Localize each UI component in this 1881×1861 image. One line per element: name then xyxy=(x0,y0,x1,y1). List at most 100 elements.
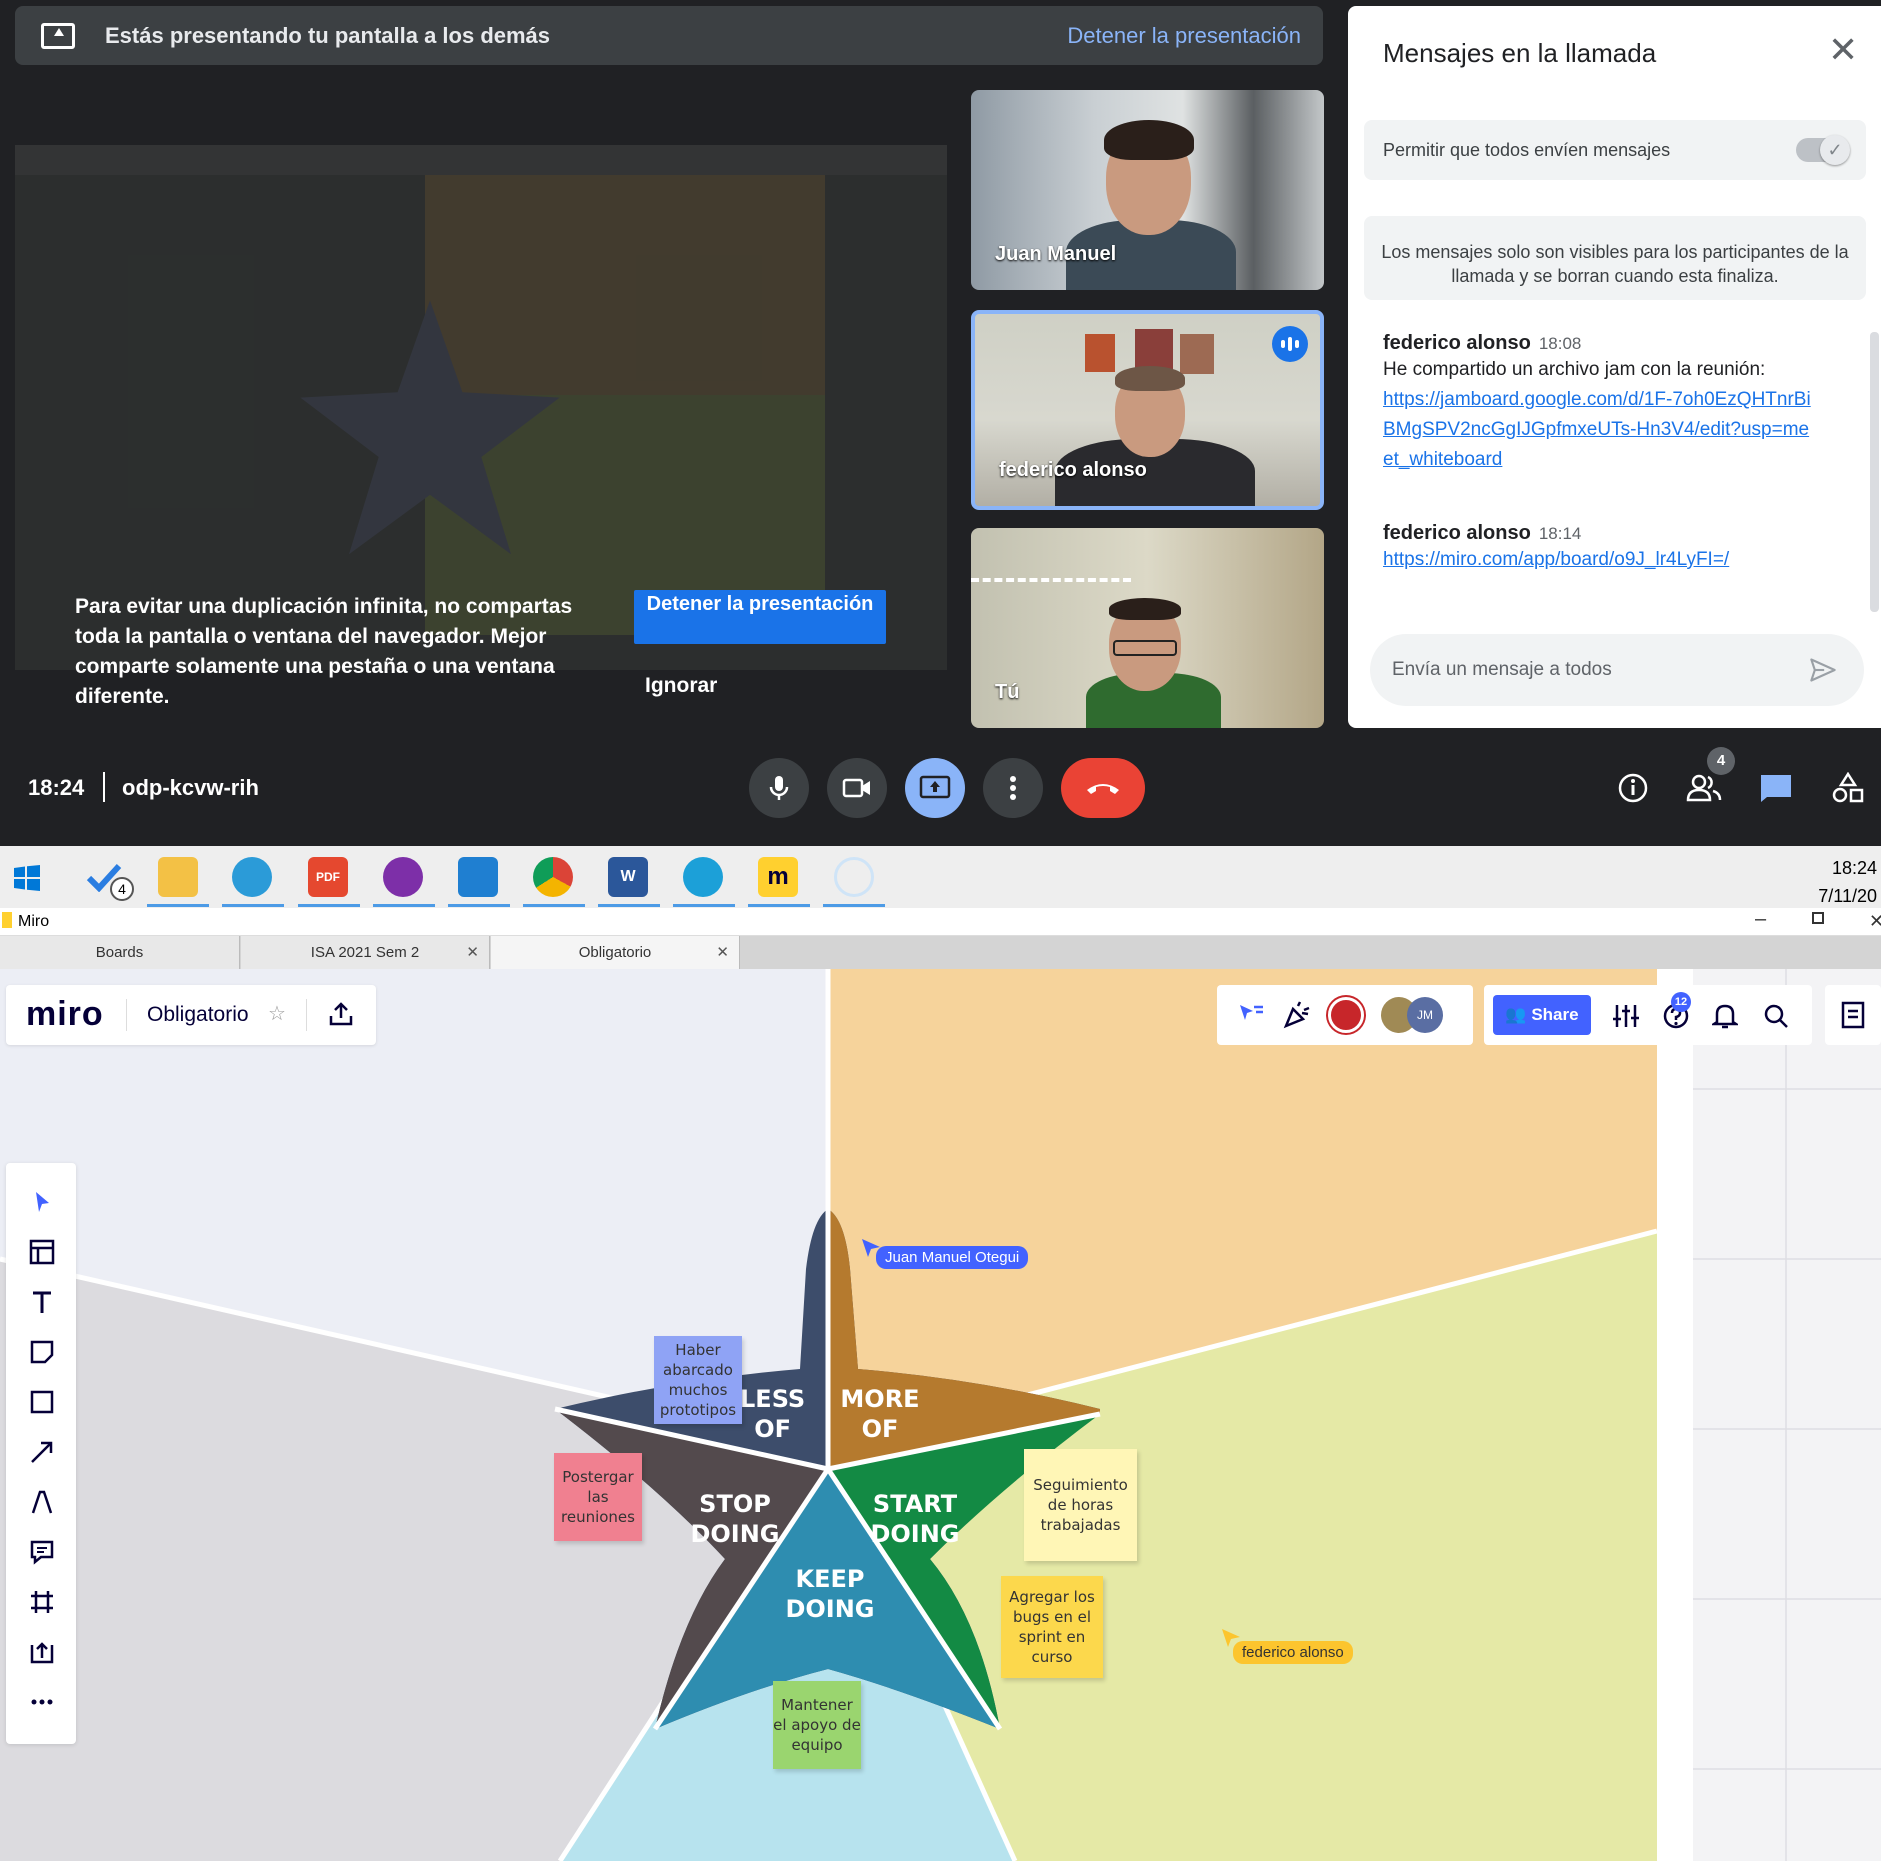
more-options-button[interactable] xyxy=(983,758,1043,818)
minimize-icon[interactable]: – xyxy=(1755,908,1766,931)
participant-tile[interactable]: Juan Manuel xyxy=(971,90,1324,290)
participant-video xyxy=(1109,598,1181,620)
close-tab-icon[interactable]: ✕ xyxy=(466,936,479,969)
activities-button[interactable] xyxy=(1827,767,1869,809)
microphone-button[interactable] xyxy=(749,758,809,818)
active-indicator xyxy=(298,904,360,907)
text-tool-icon[interactable] xyxy=(29,1289,55,1315)
chat-title: Mensajes en la llamada xyxy=(1383,38,1657,68)
star-icon[interactable]: ☆ xyxy=(268,1001,286,1026)
wall-poster xyxy=(1135,329,1173,371)
list-icon[interactable] xyxy=(1840,1001,1866,1029)
windows-start-icon[interactable] xyxy=(14,865,40,891)
chrome-icon[interactable] xyxy=(533,857,573,897)
share-button[interactable]: 👥 Share xyxy=(1493,995,1591,1035)
participant-tile[interactable]: Tú xyxy=(971,528,1324,728)
close-window-icon[interactable]: ✕ xyxy=(1869,911,1881,932)
active-indicator xyxy=(673,904,735,907)
camera-button[interactable] xyxy=(827,758,887,818)
message-link[interactable]: https://miro.com/app/board/o9J_lr4LyFI=/ xyxy=(1383,545,1813,575)
message-input[interactable] xyxy=(1392,656,1792,684)
message-link[interactable]: https://jamboard.google.com/d/1F-7oh0EzQ… xyxy=(1383,385,1813,475)
star-label-stop-doing: STOP DOING xyxy=(690,1490,780,1548)
leave-call-button[interactable] xyxy=(1061,758,1145,818)
github-desktop-icon[interactable] xyxy=(383,857,423,897)
restore-icon[interactable] xyxy=(1812,912,1824,924)
edge-profile-icon[interactable] xyxy=(232,857,272,897)
miro-board-canvas[interactable]: LESS OF MORE OF START DOING KEEP DOING STOP D… xyxy=(0,969,1881,1861)
shape-tool-icon[interactable] xyxy=(29,1389,55,1415)
meet-share-icon[interactable] xyxy=(834,857,874,897)
participant-tile[interactable]: federico alonso xyxy=(971,310,1324,510)
ceiling-light xyxy=(971,578,1131,582)
search-icon[interactable] xyxy=(1762,1002,1790,1030)
participant-name: Tú xyxy=(995,681,1020,703)
more-tools-icon[interactable] xyxy=(29,1689,55,1715)
miro-app-icon[interactable]: m xyxy=(758,857,798,897)
star-label-keep-doing: KEEP DOING xyxy=(785,1565,875,1623)
allow-messages-label: Permitir que todos envíen mensajes xyxy=(1383,140,1671,160)
star-label-more-of: MORE OF xyxy=(840,1385,920,1443)
sticky-note[interactable]: Mantener el apoyo de equipo xyxy=(773,1681,861,1769)
system-clock: 18:24 7/11/20 xyxy=(1818,854,1877,910)
sticky-note-icon[interactable] xyxy=(29,1339,55,1365)
file-explorer-icon[interactable] xyxy=(158,857,198,897)
presenting-text: Estás presentando tu pantalla a los demá… xyxy=(105,22,551,48)
sticky-note[interactable]: Haber abarcado muchos prototipos xyxy=(654,1336,742,1424)
active-indicator xyxy=(598,904,660,907)
tab-label: ISA 2021 Sem 2 xyxy=(310,944,420,961)
sticky-note[interactable]: Agregar los bugs en el sprint en curso xyxy=(1001,1576,1103,1678)
allow-messages-toggle[interactable]: ✓ xyxy=(1796,135,1850,165)
present-button[interactable] xyxy=(905,758,965,818)
templates-icon[interactable] xyxy=(29,1239,55,1265)
infinite-mirror-warning: Para evitar una duplicación infinita, no… xyxy=(75,595,573,708)
frame-tool-icon[interactable] xyxy=(29,1589,55,1615)
star-label-less-of: LESS OF xyxy=(740,1385,806,1443)
avatar[interactable] xyxy=(1328,997,1364,1033)
chat-icon xyxy=(1761,775,1791,802)
send-icon[interactable] xyxy=(1808,656,1838,684)
active-indicator xyxy=(748,904,810,907)
avatar[interactable]: JM xyxy=(1407,997,1443,1033)
select-tool-icon[interactable] xyxy=(29,1189,55,1215)
upload-icon[interactable] xyxy=(29,1639,55,1665)
browser-tab[interactable]: Boards xyxy=(0,936,240,969)
meet-window: Estás presentando tu pantalla a los demá… xyxy=(0,0,1881,846)
browser-tab-active[interactable]: Obligatorio ✕ xyxy=(491,936,740,969)
browser-tab[interactable]: ISA 2021 Sem 2 ✕ xyxy=(241,936,490,969)
board-settings-icon[interactable] xyxy=(1612,1003,1640,1029)
sticky-note[interactable]: Seguimiento de horas trabajadas xyxy=(1024,1449,1137,1561)
pdf-app-icon[interactable]: PDF xyxy=(308,857,348,897)
pen-tool-icon[interactable] xyxy=(29,1489,55,1515)
connection-line-icon[interactable] xyxy=(29,1439,55,1465)
chat-button[interactable] xyxy=(1755,767,1797,809)
board-name[interactable]: Obligatorio xyxy=(147,1003,249,1027)
stop-presenting-link[interactable]: Detener la presentación xyxy=(1067,23,1301,49)
celebrate-icon[interactable] xyxy=(1282,1000,1312,1030)
edge-icon[interactable] xyxy=(683,857,723,897)
chat-scrollbar[interactable] xyxy=(1870,332,1879,612)
comment-icon[interactable] xyxy=(29,1539,55,1565)
miro-logo-icon xyxy=(2,912,12,928)
meeting-clock: 18:24 xyxy=(28,775,85,800)
word-icon[interactable]: W xyxy=(608,857,648,897)
glasses xyxy=(1113,640,1177,656)
export-icon[interactable] xyxy=(328,1001,354,1027)
meeting-details-button[interactable] xyxy=(1612,767,1654,809)
close-icon[interactable]: ✕ xyxy=(1828,32,1858,68)
close-tab-icon[interactable]: ✕ xyxy=(716,936,729,969)
vscode-icon[interactable] xyxy=(458,857,498,897)
window-title: Miro xyxy=(18,913,50,930)
participant-video xyxy=(1104,120,1194,160)
ignore-button[interactable]: Ignorar xyxy=(645,674,717,698)
cursor-follow-icon[interactable] xyxy=(1237,1002,1265,1028)
sticky-note[interactable]: Postergar las reuniones xyxy=(554,1453,642,1541)
miro-logo[interactable]: miro xyxy=(26,995,104,1034)
more-vert-icon xyxy=(1010,776,1016,800)
wall-poster xyxy=(1085,334,1115,372)
notifications-icon[interactable] xyxy=(1712,1002,1738,1030)
present-screen-icon xyxy=(919,775,951,799)
stop-presenting-button[interactable]: Detener la presentación xyxy=(634,590,886,644)
cursor-name-tag: Juan Manuel Otegui xyxy=(876,1246,1029,1269)
window-titlebar: Miro – ✕ xyxy=(0,908,1881,936)
